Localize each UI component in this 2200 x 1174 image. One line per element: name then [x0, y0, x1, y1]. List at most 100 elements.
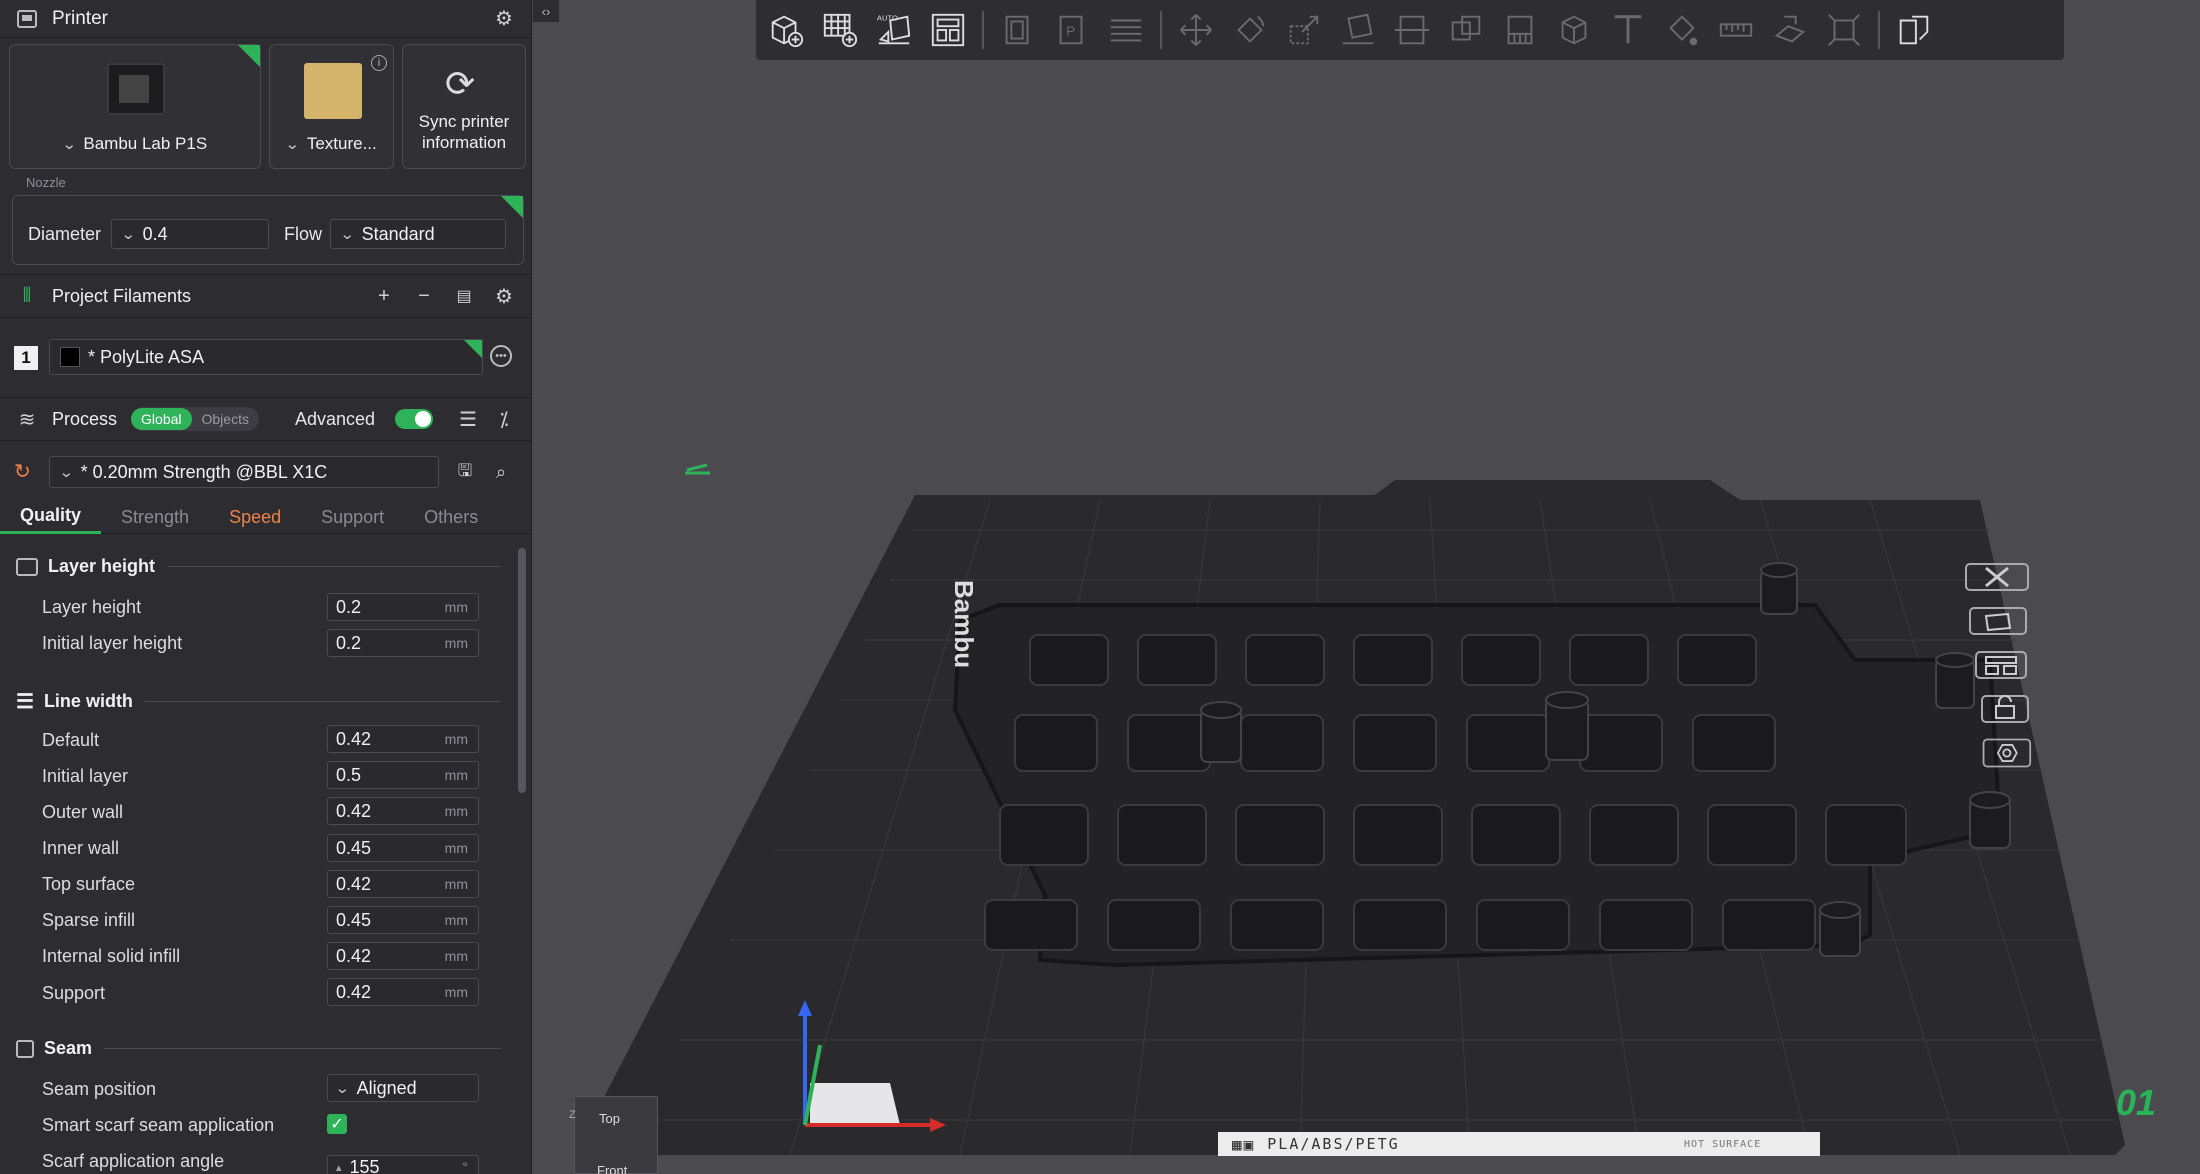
add-filament-icon[interactable]: + [371, 283, 397, 309]
sync-printer-button[interactable]: ⟳ Sync printer information [402, 44, 526, 169]
scope-objects-option[interactable]: Objects [192, 408, 259, 430]
scarf-angle-label: Scarf application angle [42, 1151, 225, 1171]
plate-type-card[interactable]: i ⌄ Texture... [269, 44, 394, 169]
list-view-icon[interactable]: ☰ [455, 406, 481, 432]
printer-model-name: Bambu Lab P1S [83, 134, 208, 153]
boolean-icon[interactable] [1446, 10, 1486, 50]
color-paint-icon[interactable] [1662, 10, 1702, 50]
auto-orient-plate-icon[interactable] [1962, 604, 2032, 638]
unit-label: mm [444, 948, 468, 964]
tab-others[interactable]: Others [404, 500, 498, 534]
plate-number: 01 [2116, 1082, 2157, 1123]
chevron-down-icon: ⌄ [61, 136, 77, 153]
measure-icon[interactable] [1716, 10, 1756, 50]
split-parts-icon[interactable] [1894, 10, 1934, 50]
scarf-angle-input[interactable]: ▴ 155 ° [327, 1155, 479, 1174]
flow-select[interactable]: ⌄ Standard [330, 219, 506, 249]
printer-model-card[interactable]: ⌄ Bambu Lab P1S [9, 44, 261, 169]
tab-strength[interactable]: Strength [101, 500, 209, 534]
rotate-icon[interactable] [1230, 10, 1270, 50]
fit-view-icon[interactable] [1824, 10, 1864, 50]
unit-label: mm [444, 840, 468, 856]
filament-name: * PolyLite ASA [88, 346, 205, 367]
collapse-sidebar-button[interactable]: ‹› [533, 0, 559, 22]
advanced-toggle[interactable] [395, 409, 433, 429]
line-width-support-input[interactable]: 0.42 mm [327, 978, 479, 1006]
nav-cube-top-face[interactable]: Top [599, 1111, 620, 1126]
textured-plate-thumbnail [304, 63, 362, 119]
settings-tabs: Quality Strength Speed Support Others [0, 500, 531, 534]
save-preset-icon[interactable]: 🖫 [452, 459, 478, 485]
filament-settings-gear-icon[interactable]: ⚙ [491, 283, 517, 309]
diameter-select[interactable]: ⌄ 0.4 [111, 219, 269, 249]
copy-icon[interactable] [998, 10, 1038, 50]
stepper-up-icon[interactable]: ▴ [336, 1161, 342, 1174]
search-icon[interactable]: ⌕ [488, 459, 514, 485]
scope-global-option[interactable]: Global [131, 408, 192, 430]
add-object-icon[interactable] [766, 10, 806, 50]
tab-quality[interactable]: Quality [0, 500, 102, 534]
nav-cube-front-face[interactable]: Front [597, 1163, 627, 1174]
unit-label: mm [444, 767, 468, 783]
lay-on-face-icon[interactable] [1338, 10, 1378, 50]
process-header: ≋ Process Global Objects Advanced ☰ ⁒ [0, 397, 531, 441]
assembly-icon[interactable] [1770, 10, 1810, 50]
view-navigation-cube[interactable]: Z Top Front [569, 1096, 658, 1174]
process-preset-name: * 0.20mm Strength @BBL X1C [80, 461, 328, 482]
compare-presets-icon[interactable]: ⁒ [491, 406, 517, 432]
initial-layer-height-input[interactable]: 0.2 mm [327, 629, 479, 657]
filament-sync-icon[interactable]: ▤ [451, 283, 477, 309]
line-width-outer-wall-input[interactable]: 0.42 mm [327, 797, 479, 825]
support-paint-icon[interactable] [1500, 10, 1540, 50]
smart-scarf-checkbox[interactable]: ✓ [327, 1114, 347, 1134]
lock-plate-icon[interactable] [1962, 692, 2032, 726]
unit-label: mm [444, 803, 468, 819]
remove-filament-icon[interactable]: − [411, 283, 437, 309]
printer-settings-gear-icon[interactable]: ⚙ [491, 6, 517, 32]
more-options-icon[interactable]: ••• [490, 345, 512, 367]
card-selected-corner [501, 196, 523, 218]
scale-icon[interactable] [1284, 10, 1324, 50]
process-preset-select[interactable]: ⌄ * 0.20mm Strength @BBL X1C [49, 456, 439, 488]
layer-height-value: 0.2 [336, 596, 362, 617]
line-width-initial-layer-input[interactable]: 0.5 mm [327, 761, 479, 789]
arrange-icon[interactable] [928, 10, 968, 50]
line-width-value: 0.42 [336, 800, 372, 821]
settings-scrollbar[interactable] [518, 548, 526, 793]
tab-speed[interactable]: Speed [209, 500, 301, 534]
cut-icon[interactable] [1392, 10, 1432, 50]
sync-label-line1: Sync printer [418, 112, 510, 131]
reset-preset-icon[interactable]: ↻ [14, 459, 31, 484]
line-width-default-input[interactable]: 0.42 mm [327, 725, 479, 753]
arrange-plate-icon[interactable] [1962, 648, 2032, 682]
sync-label-line2: information [421, 133, 507, 152]
filament-color-swatch[interactable] [60, 347, 80, 367]
filament-select[interactable]: * PolyLite ASA [49, 339, 483, 375]
seam-position-value: Aligned [356, 1077, 417, 1098]
seam-paint-icon[interactable] [1554, 10, 1594, 50]
delete-plate-icon[interactable] [1962, 560, 2032, 594]
add-plate-icon[interactable] [820, 10, 860, 50]
svg-text:P: P [1066, 24, 1075, 39]
process-scope-toggle[interactable]: Global Objects [131, 407, 259, 431]
diameter-label: Diameter [28, 224, 102, 244]
seam-position-select[interactable]: ⌄ Aligned [327, 1074, 479, 1102]
layer-height-group-title: Layer height [48, 556, 156, 576]
move-icon[interactable] [1176, 10, 1216, 50]
card-selected-corner [464, 340, 482, 358]
3d-viewport[interactable]: Bambu [560, 60, 2200, 1174]
line-width-icon: ☰ [16, 691, 34, 713]
plate-settings-icon[interactable] [1962, 736, 2032, 770]
line-width-top-surface-input[interactable]: 0.42 mm [327, 870, 479, 898]
info-icon[interactable]: i [371, 55, 387, 71]
build-plate-scene[interactable]: Bambu [560, 60, 2200, 1174]
paste-icon[interactable]: P [1052, 10, 1092, 50]
layer-height-input[interactable]: 0.2 mm [327, 593, 479, 621]
line-width-inner-wall-input[interactable]: 0.45 mm [327, 834, 479, 862]
layers-list-icon[interactable] [1106, 10, 1146, 50]
text-tool-icon[interactable] [1608, 10, 1648, 50]
line-width-sparse-infill-input[interactable]: 0.45 mm [327, 906, 479, 934]
tab-support[interactable]: Support [301, 500, 404, 534]
auto-orient-icon[interactable]: AUTO [874, 10, 914, 50]
line-width-internal-solid-infill-input[interactable]: 0.42 mm [327, 942, 479, 970]
